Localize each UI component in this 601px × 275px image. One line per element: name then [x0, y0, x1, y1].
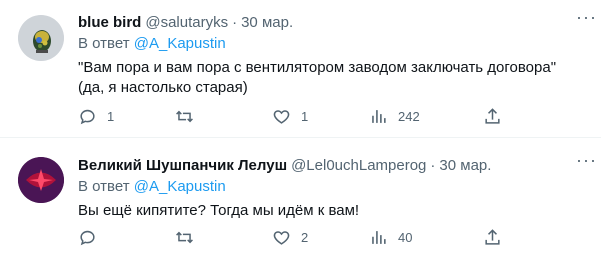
reply-prefix: В ответ: [78, 178, 130, 195]
views-count: 40: [398, 229, 413, 245]
author-name[interactable]: blue bird: [78, 13, 141, 33]
more-icon[interactable]: ···: [576, 8, 597, 26]
author-handle[interactable]: @salutaryks: [145, 13, 228, 33]
retweet-icon: [176, 110, 193, 122]
reply-count: 1: [107, 108, 115, 124]
views-icon: [372, 230, 386, 244]
author-handle[interactable]: @Lel0uchLamperog: [291, 156, 426, 176]
separator: ·: [232, 14, 238, 31]
like-icon: [273, 230, 290, 245]
reply-button[interactable]: 1: [78, 107, 114, 126]
avatar[interactable]: [18, 15, 64, 61]
like-button[interactable]: 2: [272, 228, 308, 247]
reply-icon: [80, 230, 95, 245]
reply-context: В ответ @A_Kapustin: [78, 34, 589, 54]
share-button[interactable]: [483, 107, 502, 126]
like-button[interactable]: 1: [272, 107, 308, 126]
reply-mention-link[interactable]: @A_Kapustin: [134, 35, 226, 52]
reply-prefix: В ответ: [78, 35, 130, 52]
reply-context: В ответ @A_Kapustin: [78, 177, 589, 197]
share-button[interactable]: [483, 228, 502, 247]
share-icon: [485, 228, 500, 245]
tweet-text: "Вам пора и вам пора с вентилятором заво…: [78, 59, 557, 96]
views-button[interactable]: 242: [369, 107, 420, 126]
separator: ·: [430, 157, 436, 174]
views-icon: [372, 109, 386, 123]
retweet-button[interactable]: [175, 107, 204, 126]
tweet-text: Вы ещё кипятите? Тогда мы идём к вам!: [78, 202, 360, 219]
reply-icon: [80, 109, 95, 124]
views-count: 242: [398, 108, 420, 124]
tweet[interactable]: Великий Шушпанчик Лелуш @Lel0uchLamperog…: [0, 138, 601, 275]
bird-photo-avatar: [18, 15, 64, 61]
geass-sigil-avatar: [18, 157, 64, 203]
share-icon: [485, 107, 500, 124]
avatar[interactable]: [18, 157, 64, 203]
reply-button[interactable]: [78, 228, 107, 247]
retweet-icon: [176, 231, 193, 243]
reply-mention-link[interactable]: @A_Kapustin: [134, 178, 226, 195]
tweet[interactable]: blue bird @salutaryks · 30 мар. В ответ …: [0, 0, 601, 138]
like-count: 2: [301, 229, 309, 245]
views-button[interactable]: 40: [369, 228, 412, 247]
tweet-date[interactable]: 30 мар.: [439, 156, 491, 176]
tweet-date[interactable]: 30 мар.: [241, 13, 293, 33]
like-icon: [273, 109, 290, 124]
more-icon[interactable]: ···: [576, 151, 597, 169]
retweet-button[interactable]: [175, 228, 204, 247]
author-name[interactable]: Великий Шушпанчик Лелуш: [78, 156, 287, 176]
like-count: 1: [301, 108, 309, 124]
